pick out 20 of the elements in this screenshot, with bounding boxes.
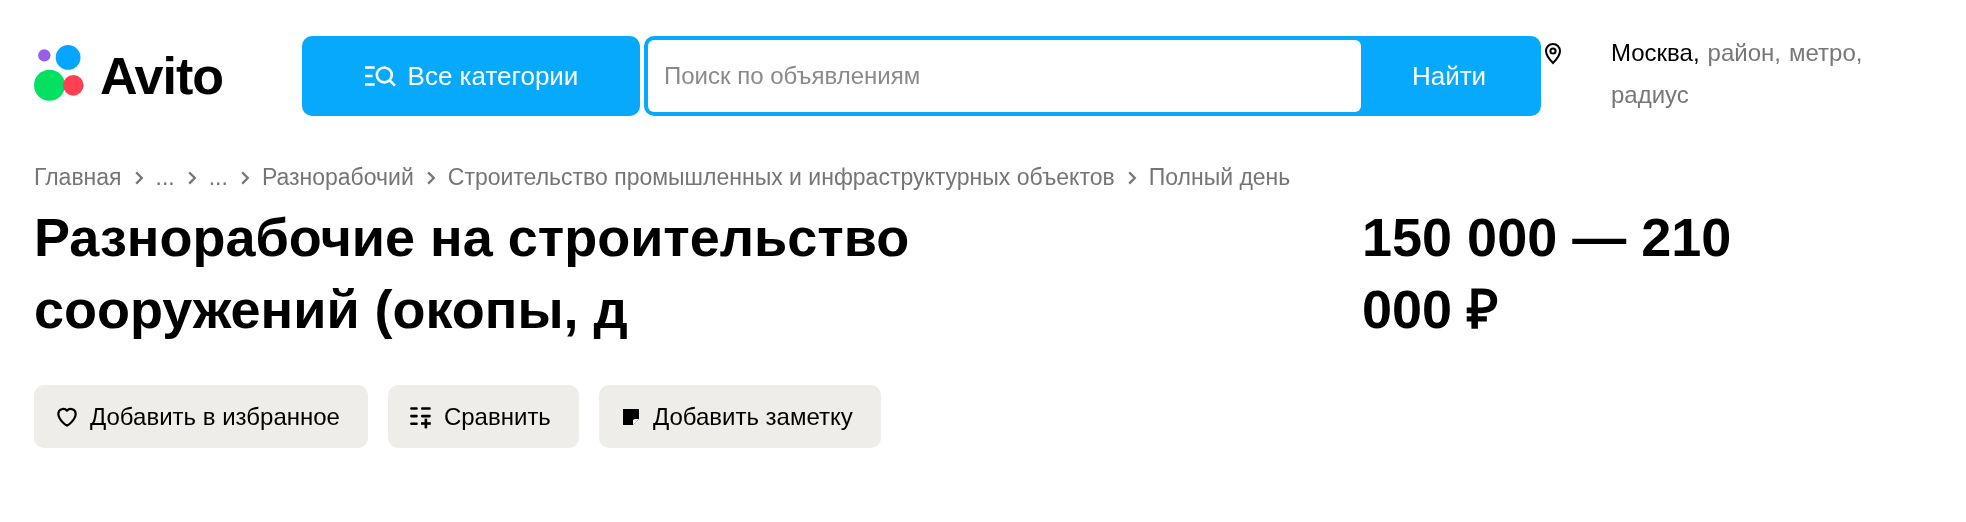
breadcrumb-link[interactable]: ... [155, 164, 175, 191]
search-field[interactable]: Поиск по объявлениям Найти [644, 36, 1541, 116]
logo-text[interactable]: Avito [100, 50, 224, 102]
breadcrumb-link[interactable]: Главная [34, 164, 122, 191]
search-button[interactable]: Найти [1361, 40, 1537, 112]
location-link[interactable]: метро, [1789, 36, 1863, 70]
category-search-icon [363, 63, 396, 89]
breadcrumb-link[interactable]: Полный день [1148, 164, 1291, 191]
favorite-button[interactable]: Добавить в избранное [34, 385, 368, 448]
breadcrumb-link[interactable]: ... [208, 164, 228, 191]
location-link[interactable]: радиус [1611, 78, 1689, 112]
price: 150 000 — 210 000 ₽ [1362, 206, 1733, 341]
location-link[interactable]: район, [1707, 36, 1781, 70]
location-link[interactable]: Москва, [1611, 36, 1700, 70]
listing-title: Разнорабочие на строительство сооружений (окопы, д [34, 206, 911, 341]
breadcrumb-link[interactable]: Разнорабочий [261, 164, 414, 191]
note-button[interactable]: Добавить заметку [598, 385, 881, 448]
compare-button[interactable]: Сравнить [387, 385, 579, 448]
breadcrumb-link[interactable]: Строительство промышленных и инфраструктурных объектов [447, 164, 1115, 191]
categories-button[interactable]: Все категории [302, 36, 640, 116]
